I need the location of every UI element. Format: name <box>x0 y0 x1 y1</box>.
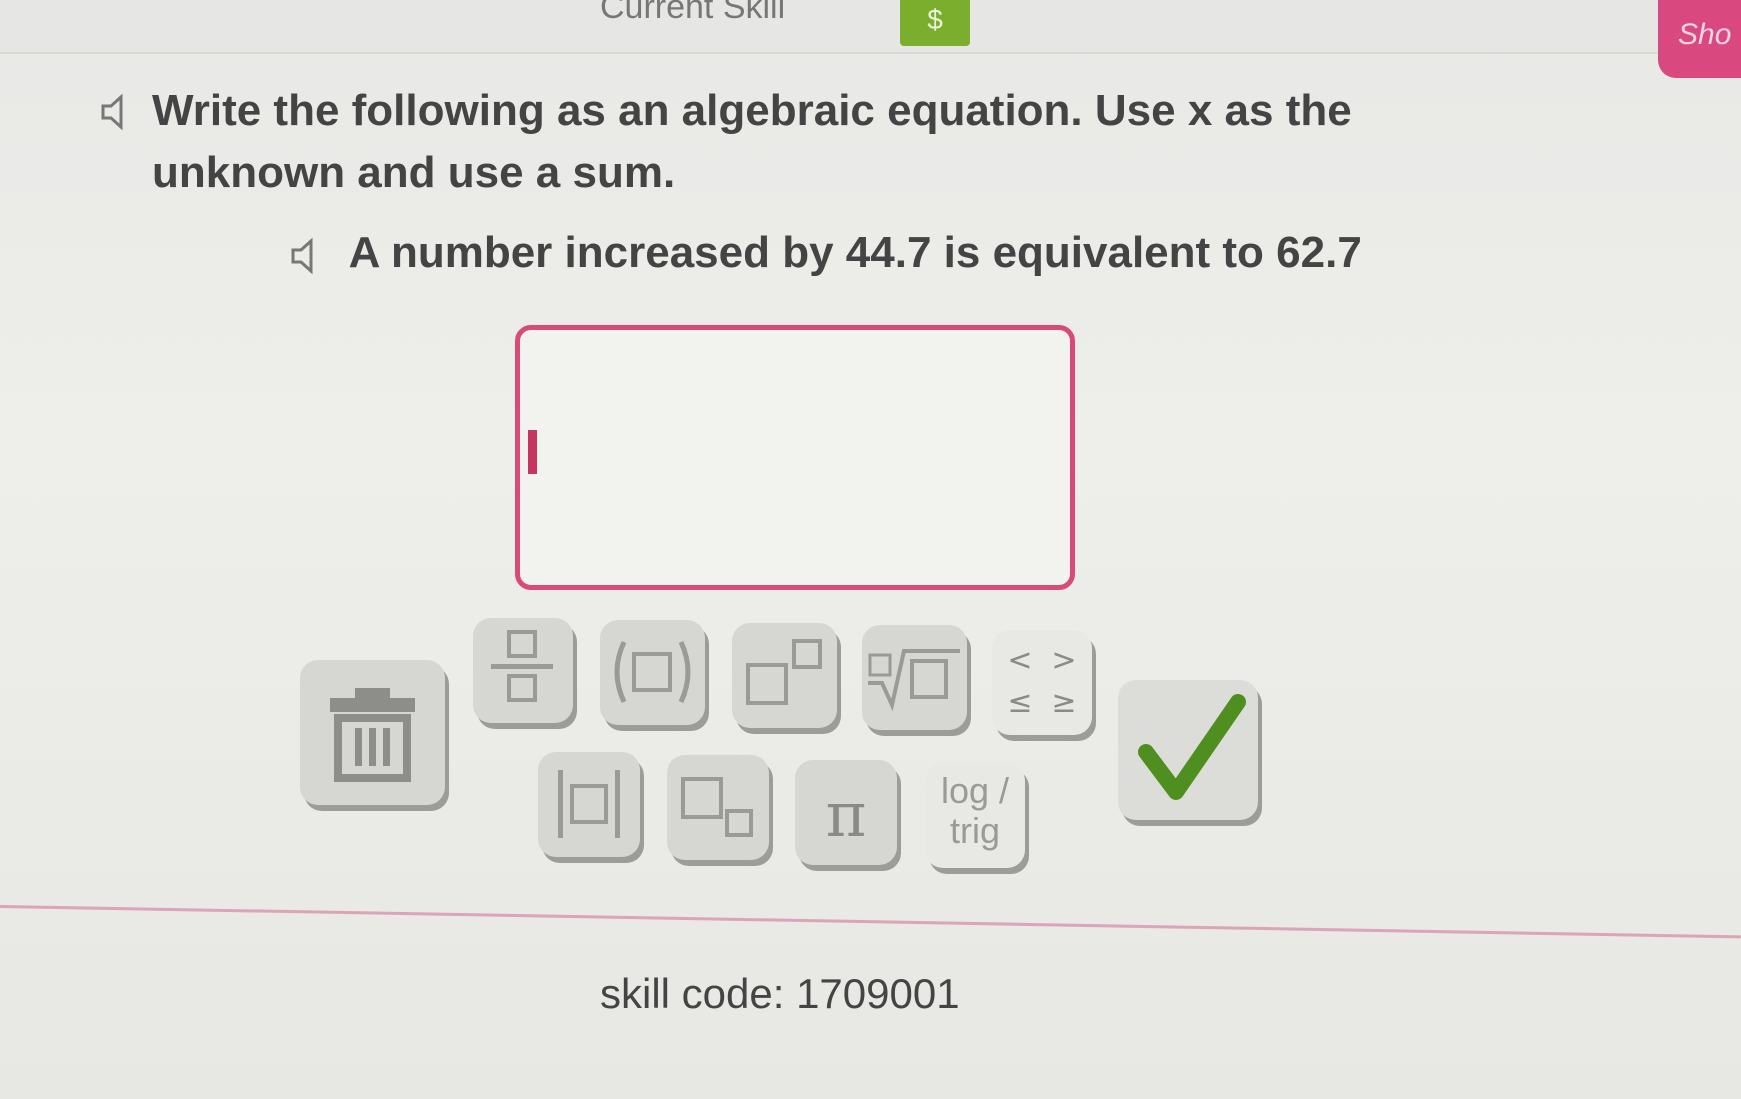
log-trig-label-line2: trig <box>949 810 1000 851</box>
subscript-button[interactable] <box>667 755 769 860</box>
skill-code: skill code: 1709001 <box>600 970 960 1017</box>
submit-button[interactable] <box>1118 680 1258 820</box>
inequality-icon: < > ≤ ≥ <box>1007 643 1076 720</box>
problem: A number increased by 44.7 is equivalent… <box>290 228 1362 278</box>
trash-icon <box>330 688 415 782</box>
pi-icon: π <box>825 778 867 851</box>
subscript-icon <box>681 777 753 837</box>
top-bar: Current Skill $ Sho <box>0 0 1741 78</box>
nth-root-icon <box>868 649 960 712</box>
instruction-text: Write the following as an algebraic equa… <box>152 86 1352 197</box>
show-tab[interactable]: Sho <box>1658 0 1741 78</box>
parentheses-button[interactable] <box>600 620 705 725</box>
absolute-value-button[interactable] <box>538 752 640 857</box>
clear-button[interactable] <box>300 660 445 805</box>
fraction-button[interactable] <box>473 618 573 723</box>
answer-input[interactable] <box>515 325 1075 590</box>
problem-text: A number increased by 44.7 is equivalent… <box>348 228 1362 277</box>
instruction: Write the following as an algebraic equa… <box>100 80 1520 204</box>
fraction-icon <box>491 630 553 702</box>
divider <box>0 905 1741 939</box>
text-cursor <box>528 430 537 474</box>
speaker-icon[interactable] <box>290 236 324 275</box>
absolute-value-icon <box>558 770 620 838</box>
log-trig-label-line1: log / <box>940 770 1010 811</box>
current-skill-label: Current Skill <box>600 0 786 26</box>
less-than-symbol: < <box>1007 643 1032 678</box>
exponent-button[interactable] <box>732 623 837 728</box>
skill-badge[interactable]: $ <box>900 0 970 46</box>
checkmark-icon <box>1138 694 1246 800</box>
parentheses-icon <box>614 640 691 704</box>
root-button[interactable] <box>862 625 967 730</box>
log-trig-button[interactable]: log / trig <box>925 763 1025 868</box>
speaker-icon[interactable] <box>100 92 134 131</box>
greater-than-symbol: > <box>1051 643 1076 678</box>
pi-button[interactable]: π <box>795 760 897 865</box>
exponent-icon <box>746 639 822 705</box>
greater-equal-symbol: ≥ <box>1051 685 1076 720</box>
less-equal-symbol: ≤ <box>1007 685 1032 720</box>
inequality-button[interactable]: < > ≤ ≥ <box>992 630 1092 735</box>
